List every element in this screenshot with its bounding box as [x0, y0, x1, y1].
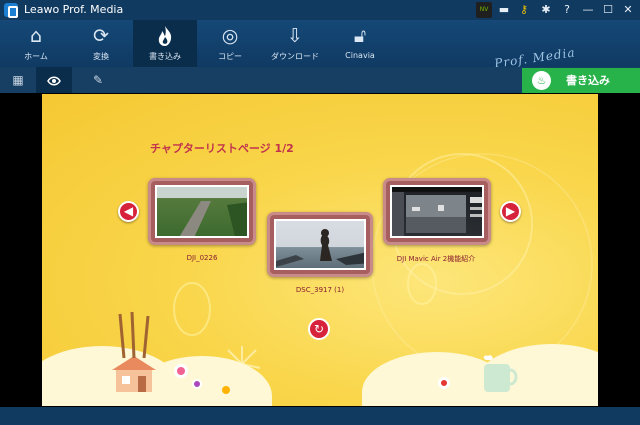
nvidia-icon[interactable]: NV	[476, 2, 492, 18]
nav-label: ダウンロード	[271, 52, 319, 61]
home-icon: ⌂	[29, 25, 43, 47]
status-bar	[0, 407, 640, 425]
title-bar: Leawo Prof. Media NV ▬ ⚷ ✱ ? — ☐ ✕	[0, 0, 640, 20]
flower-decoration	[438, 377, 450, 389]
main-nav: ⌂ ホーム ⟳ 変換 書き込み ◎ コピー ⇩ ダウンロード 🔓︎ Cinavi…	[0, 20, 640, 71]
chapter-thumbnail-1[interactable]	[148, 178, 256, 245]
nav-label: ホーム	[24, 52, 48, 61]
help-icon[interactable]: ?	[559, 2, 575, 18]
candy-sticks-illustration	[118, 311, 150, 359]
nav-burn[interactable]: 書き込み	[133, 20, 197, 67]
flower-decoration	[174, 364, 188, 378]
disc-icon: ◎	[221, 25, 239, 47]
nav-home[interactable]: ⌂ ホーム	[4, 20, 68, 67]
chapter-image-1	[155, 185, 249, 238]
next-page-button[interactable]: ▶	[500, 201, 521, 222]
menu-title: チャプターリストページ 1/2	[150, 142, 294, 155]
flower-decoration	[222, 386, 230, 394]
chapter-thumbnail-3[interactable]	[383, 178, 491, 245]
refresh-icon: ⟳	[93, 25, 109, 47]
flame-icon	[154, 25, 176, 47]
chat-icon[interactable]: ▬	[496, 2, 512, 18]
download-icon: ⇩	[287, 25, 303, 47]
preview-tab[interactable]	[36, 67, 72, 93]
minimize-icon[interactable]: —	[580, 2, 596, 18]
flower-decoration	[192, 379, 202, 389]
chapter-image-3	[390, 185, 484, 238]
house-illustration	[112, 356, 156, 392]
key-icon[interactable]: ⚷	[516, 2, 532, 18]
burn-button-label: 書き込み	[566, 74, 610, 87]
gear-icon[interactable]: ✱	[538, 2, 554, 18]
prev-page-button[interactable]: ◀	[118, 201, 139, 222]
cinavia-lock-icon: 🔓︎	[353, 25, 367, 47]
mug-illustration	[480, 354, 520, 394]
nav-copy[interactable]: ◎ コピー	[198, 20, 262, 67]
chapter-label-3: DJI Mavic Air 2機能紹介	[396, 255, 476, 263]
nav-download[interactable]: ⇩ ダウンロード	[263, 20, 327, 67]
maximize-icon[interactable]: ☐	[600, 2, 616, 18]
pencil-icon: ✎	[92, 73, 104, 87]
disc-menu-preview: チャプターリストページ 1/2 ◀ ▶ DJI_0226 DSC_3917 (1…	[42, 94, 598, 406]
nav-convert[interactable]: ⟳ 変換	[69, 20, 133, 67]
nav-label: 書き込み	[149, 52, 181, 61]
chapter-thumbnail-2[interactable]	[267, 212, 373, 277]
nav-label: コピー	[218, 52, 242, 61]
window-title: Leawo Prof. Media	[24, 3, 124, 16]
flame-icon: ♨	[532, 71, 551, 90]
grid-view-button[interactable]: ▦	[0, 67, 36, 93]
chapter-image-2	[274, 219, 366, 270]
chapter-label-1: DJI_0226	[186, 254, 218, 262]
edit-tab[interactable]: ✎	[80, 67, 116, 93]
chapter-label-2: DSC_3917 (1)	[295, 286, 345, 294]
nav-cinavia[interactable]: 🔓︎ Cinavia	[328, 20, 392, 67]
eye-icon	[47, 73, 61, 87]
grid-icon: ▦	[12, 73, 24, 87]
burn-button[interactable]: ♨ 書き込み	[522, 68, 640, 93]
close-icon[interactable]: ✕	[620, 2, 636, 18]
nav-label: Cinavia	[345, 51, 375, 60]
nav-label: 変換	[93, 52, 109, 61]
app-logo-icon	[4, 3, 18, 18]
toolbar: ▦ ✎ ♨ 書き込み	[0, 67, 640, 93]
replay-button[interactable]: ↻	[308, 318, 330, 340]
